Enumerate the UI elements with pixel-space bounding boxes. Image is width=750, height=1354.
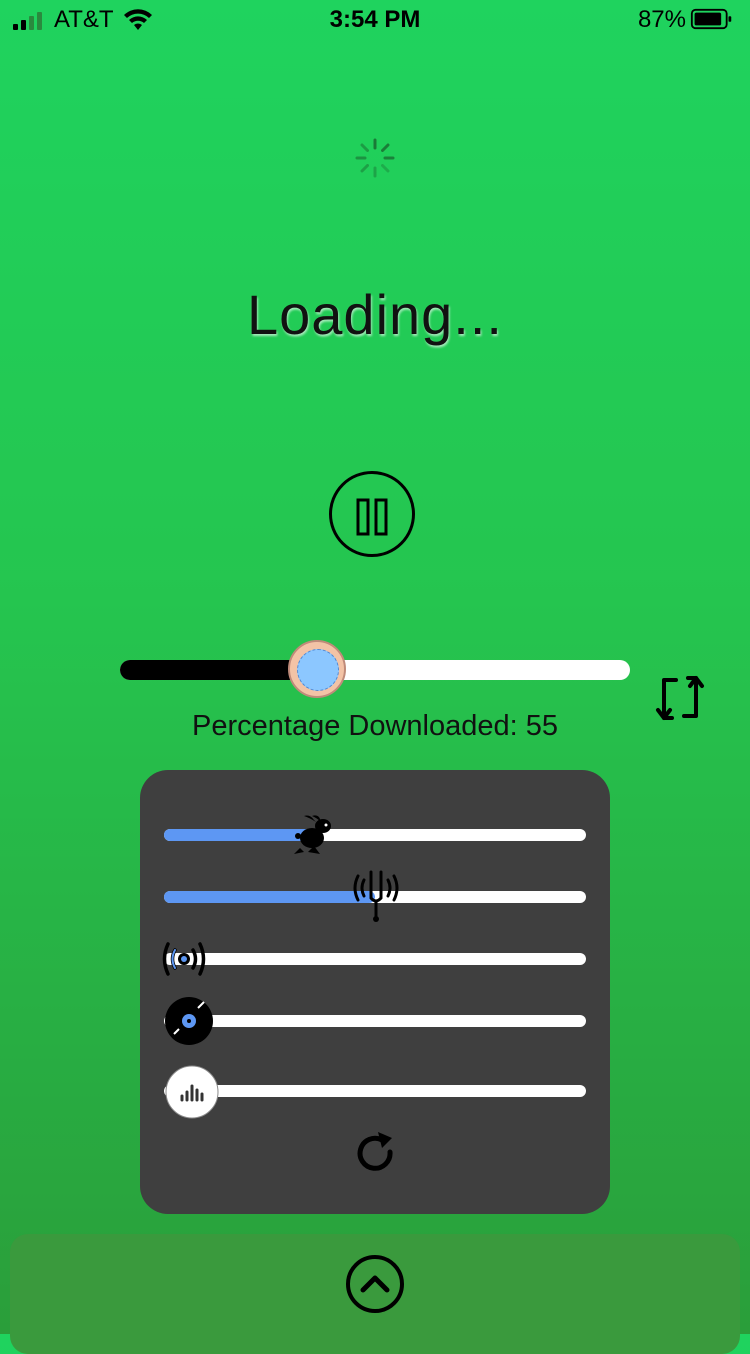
loading-title: Loading... xyxy=(247,283,503,346)
status-bar: AT&T 3:54 PM 87% xyxy=(0,0,750,40)
percentage-downloaded-label: Percentage Downloaded: 55 xyxy=(192,710,558,742)
battery-icon xyxy=(690,8,732,30)
broadcast-slider-track[interactable] xyxy=(164,953,586,965)
download-progress-thumb[interactable] xyxy=(288,640,346,698)
rabbit-icon[interactable] xyxy=(290,814,334,856)
pause-icon xyxy=(356,498,388,536)
activity-spinner-icon xyxy=(355,138,395,178)
broadcast-icon[interactable] xyxy=(162,938,206,980)
equalizer-icon[interactable] xyxy=(164,1064,220,1120)
vinyl-record-icon[interactable] xyxy=(164,996,214,1046)
tuning-fork-slider-fill xyxy=(164,891,375,903)
expand-drawer-button[interactable] xyxy=(346,1255,404,1313)
tuning-fork-icon[interactable] xyxy=(350,870,402,924)
reset-icon[interactable] xyxy=(352,1130,400,1178)
vinyl-slider-track[interactable] xyxy=(164,1015,586,1027)
equalizer-slider-track[interactable] xyxy=(164,1085,586,1097)
pause-button[interactable] xyxy=(329,471,415,557)
battery-percentage: 87% xyxy=(637,6,686,33)
chevron-up-icon xyxy=(360,1275,390,1293)
